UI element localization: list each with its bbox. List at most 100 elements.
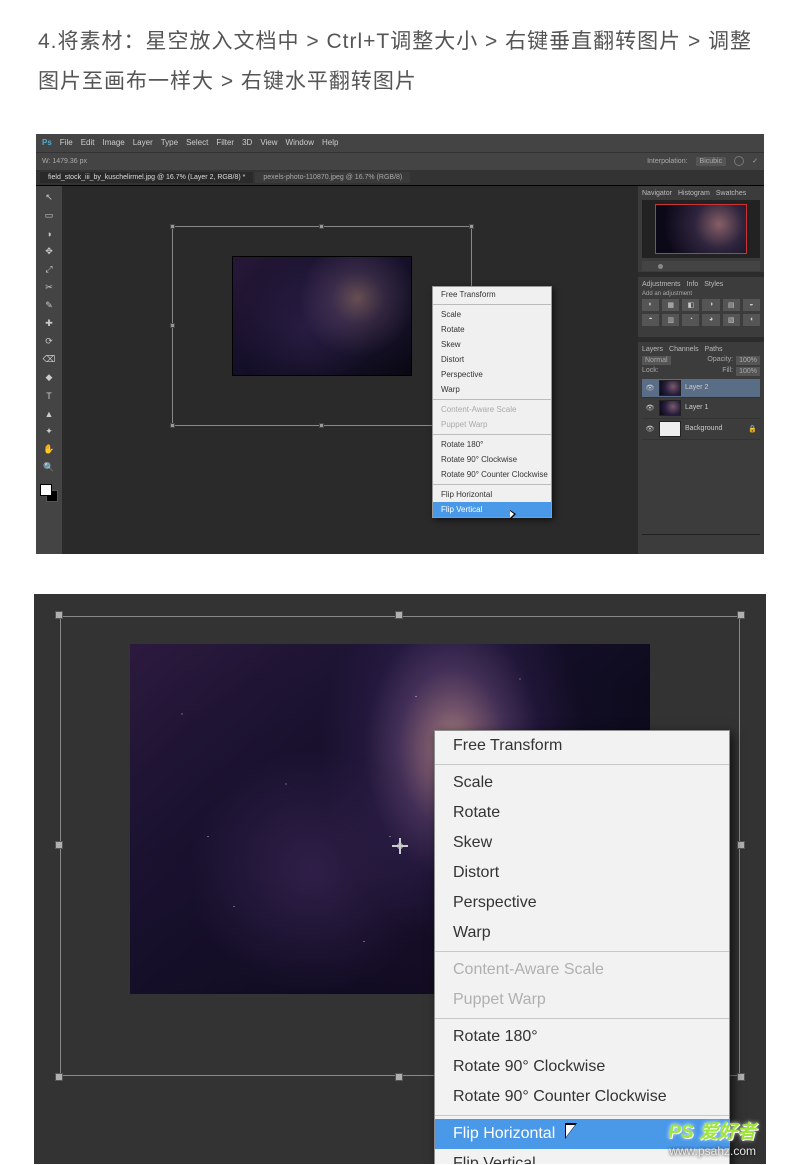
ctx-item-rotate180[interactable]: Rotate 180° (433, 437, 551, 452)
layer-row[interactable]: 👁Layer 1 (642, 398, 760, 419)
panel-tab[interactable]: Styles (704, 281, 723, 288)
ctx-item-rotate[interactable]: Rotate (433, 322, 551, 337)
panel-tab[interactable]: Info (687, 281, 699, 288)
adj-icon[interactable]: ◒ (743, 299, 760, 311)
layer-row[interactable]: 👁Background🔒 (642, 419, 760, 440)
adj-icon[interactable]: ▤ (723, 299, 740, 311)
panel-tab[interactable]: Histogram (678, 190, 710, 197)
placed-image[interactable] (232, 256, 412, 376)
eraser-tool-icon[interactable]: ⌫ (40, 352, 58, 368)
adj-icon[interactable]: ◧ (682, 299, 699, 311)
ctx-item-warp[interactable]: Warp (435, 918, 729, 948)
zoom-tool-icon[interactable]: 🔍 (40, 460, 58, 476)
ctx-item-distort[interactable]: Distort (433, 352, 551, 367)
commit-icon[interactable]: ✓ (752, 157, 758, 165)
ctx-item-rotate90ccw[interactable]: Rotate 90° Counter Clockwise (435, 1082, 729, 1112)
crop-tool-icon[interactable]: ⤢ (40, 262, 58, 278)
wand-tool-icon[interactable]: ✥ (40, 244, 58, 260)
panel-tab[interactable]: Navigator (642, 190, 672, 197)
transform-context-menu: Free Transform Scale Rotate Skew Distort… (432, 286, 552, 518)
menu-item[interactable]: Layer (133, 138, 153, 147)
menu-item[interactable]: Help (322, 138, 338, 147)
layer-row[interactable]: 👁Layer 2 (642, 379, 760, 398)
ctx-item-perspective[interactable]: Perspective (433, 367, 551, 382)
eyedropper-tool-icon[interactable]: ✂ (40, 280, 58, 296)
shape-tool-icon[interactable]: ✦ (40, 424, 58, 440)
fill-value[interactable]: 100% (736, 367, 760, 376)
menu-item[interactable]: Type (161, 138, 178, 147)
opacity-value[interactable]: 100% (736, 356, 760, 365)
ctx-item-rotate90cw[interactable]: Rotate 90° Clockwise (433, 452, 551, 467)
blend-mode-select[interactable]: Normal (642, 356, 671, 365)
color-swatch[interactable] (40, 484, 58, 502)
layer-thumbnail[interactable] (659, 421, 681, 437)
ctx-item-scale[interactable]: Scale (433, 307, 551, 322)
menu-item[interactable]: View (260, 138, 277, 147)
ctx-item-free-transform[interactable]: Free Transform (435, 731, 729, 761)
ctx-item-rotate[interactable]: Rotate (435, 798, 729, 828)
options-select[interactable]: Bicubic (696, 157, 727, 166)
hand-tool-icon[interactable]: ✋ (40, 442, 58, 458)
layer-thumbnail[interactable] (659, 400, 681, 416)
adj-icon[interactable]: ◓ (642, 314, 659, 326)
eye-icon[interactable]: 👁 (645, 403, 655, 413)
ctx-item-free-transform[interactable]: Free Transform (433, 287, 551, 302)
adj-icon[interactable]: ◕ (702, 314, 719, 326)
adj-icon[interactable]: ◐ (642, 299, 659, 311)
heal-tool-icon[interactable]: ✚ (40, 316, 58, 332)
ctx-item-flip-horizontal[interactable]: Flip Horizontal (433, 487, 551, 502)
layers-footer-icons[interactable] (642, 534, 760, 550)
ctx-item-rotate90cw[interactable]: Rotate 90° Clockwise (435, 1052, 729, 1082)
gradient-tool-icon[interactable]: ◆ (40, 370, 58, 386)
ctx-item-skew[interactable]: Skew (435, 828, 729, 858)
adj-icon[interactable]: ▧ (723, 314, 740, 326)
panel-tab[interactable]: Paths (705, 346, 723, 353)
move-tool-icon[interactable]: ↖ (40, 190, 58, 206)
menu-item[interactable]: Image (102, 138, 124, 147)
ctx-item-scale[interactable]: Scale (435, 768, 729, 798)
ctx-item-rotate90ccw[interactable]: Rotate 90° Counter Clockwise (433, 467, 551, 482)
adj-icon[interactable]: ▥ (662, 314, 679, 326)
type-tool-icon[interactable]: T (40, 388, 58, 404)
adj-icon[interactable]: ◖ (743, 314, 760, 326)
menu-item[interactable]: 3D (242, 138, 252, 147)
cancel-icon[interactable] (734, 156, 744, 166)
panel-tab[interactable]: Adjustments (642, 281, 681, 288)
instruction-text: 4.将素材：星空放入文档中 > Ctrl+T调整大小 > 右键垂直翻转图片 > … (0, 0, 800, 110)
panel-tab[interactable]: Channels (669, 346, 699, 353)
adj-icon[interactable]: ◑ (702, 299, 719, 311)
menu-item[interactable]: Edit (81, 138, 95, 147)
watermark: PS 爱好者 www.psahz.com (668, 1117, 756, 1158)
eye-icon[interactable]: 👁 (645, 424, 655, 434)
document-tab[interactable]: pexels-photo-110870.jpeg @ 16.7% (RGB/8) (255, 172, 410, 183)
brush-tool-icon[interactable]: ✎ (40, 298, 58, 314)
options-field[interactable]: W: 1479.36 px (42, 158, 87, 165)
adj-icon[interactable]: ◔ (682, 314, 699, 326)
ctx-item-perspective[interactable]: Perspective (435, 888, 729, 918)
ctx-item-rotate180[interactable]: Rotate 180° (435, 1022, 729, 1052)
navigator-zoom-slider[interactable] (642, 261, 760, 271)
ctx-item-flip-vertical[interactable]: Flip Vertical (433, 502, 551, 517)
menu-item[interactable]: Filter (216, 138, 234, 147)
ctx-item-skew[interactable]: Skew (433, 337, 551, 352)
document-tab[interactable]: field_stock_iii_by_kuschelirmel.jpg @ 16… (40, 172, 253, 183)
menu-item[interactable]: Window (286, 138, 314, 147)
ctx-item-warp[interactable]: Warp (433, 382, 551, 397)
pen-tool-icon[interactable]: ▲ (40, 406, 58, 422)
layer-thumbnail[interactable] (659, 380, 681, 396)
ctx-item-distort[interactable]: Distort (435, 858, 729, 888)
navigator-thumbnail[interactable] (655, 204, 747, 254)
adj-icon[interactable]: ▦ (662, 299, 679, 311)
menu-item[interactable]: Select (186, 138, 208, 147)
eye-icon[interactable]: 👁 (645, 383, 655, 393)
tools-panel: ↖ ▭ ◑ ✥ ⤢ ✂ ✎ ✚ ⟳ ⌫ ◆ T ▲ ✦ ✋ 🔍 (36, 186, 62, 554)
panel-tab[interactable]: Layers (642, 346, 663, 353)
stamp-tool-icon[interactable]: ⟳ (40, 334, 58, 350)
lasso-tool-icon[interactable]: ◑ (40, 226, 58, 242)
transform-center-icon[interactable] (392, 838, 408, 854)
marquee-tool-icon[interactable]: ▭ (40, 208, 58, 224)
canvas-area[interactable]: Free Transform Scale Rotate Skew Distort… (62, 186, 638, 554)
document-tab-bar: field_stock_iii_by_kuschelirmel.jpg @ 16… (36, 170, 764, 186)
panel-tab[interactable]: Swatches (716, 190, 746, 197)
menu-item[interactable]: File (60, 138, 73, 147)
